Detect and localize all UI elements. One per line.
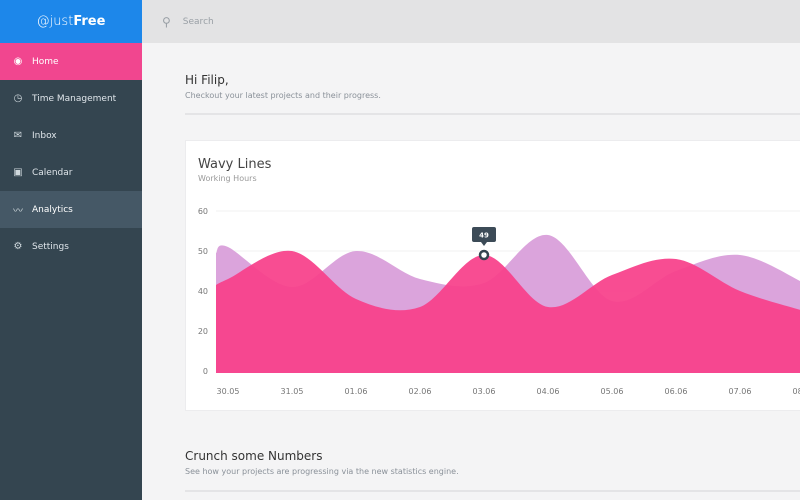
search-input[interactable] <box>182 16 483 27</box>
analytics-icon: 〰 <box>13 206 23 217</box>
x-tick-label: 30.05 <box>217 387 240 396</box>
sidebar-item-settings[interactable]: ⚙ Settings <box>0 228 142 265</box>
y-tick-label: 20 <box>198 327 208 336</box>
section-title: Crunch some Numbers <box>185 449 323 463</box>
data-point-marker[interactable] <box>478 249 490 261</box>
sidebar-item-label: Time Management <box>32 93 117 104</box>
sidebar-item-label: Inbox <box>32 130 57 141</box>
area-chart: 0 20 40 50 60 30.05 31.05 01.06 02.06 03.06 04.06 0… <box>198 207 800 396</box>
tooltip-value: 49 <box>479 232 489 240</box>
sidebar-item-label: Settings <box>32 241 69 252</box>
y-tick-label: 50 <box>198 247 208 256</box>
sidebar-item-analytics[interactable]: 〰 Analytics <box>0 191 142 228</box>
sidebar-item-label: Analytics <box>32 204 73 215</box>
y-tick-label: 0 <box>203 367 208 376</box>
x-tick-label: 07.06 <box>729 387 752 396</box>
chart-title: Wavy Lines <box>198 157 272 172</box>
clock-icon: ◷ <box>13 93 23 104</box>
x-tick-label: 05.06 <box>601 387 624 396</box>
tooltip-arrow <box>481 242 487 246</box>
x-tick-label: 01.06 <box>345 387 368 396</box>
chart-subtitle: Working Hours <box>198 174 257 183</box>
x-tick-label: 03.06 <box>473 387 496 396</box>
x-tick-label: 08.06 <box>793 387 800 396</box>
greeting-subtitle: Checkout your latest projects and their … <box>185 91 381 100</box>
greeting: Hi Filip, Checkout your latest projects … <box>185 73 381 100</box>
divider <box>185 490 800 492</box>
sidebar-item-label: Home <box>32 56 59 67</box>
sidebar-item-calendar[interactable]: ▣ Calendar <box>0 154 142 191</box>
inbox-icon: ✉ <box>13 130 23 141</box>
dashboard-icon: ◉ <box>13 56 23 67</box>
greeting-title: Hi Filip, <box>185 73 229 87</box>
section-subtitle: See how your projects are progressing vi… <box>185 467 459 476</box>
sidebar-item-inbox[interactable]: ✉ Inbox <box>0 117 142 154</box>
divider <box>185 113 800 115</box>
sidebar: @just Free ◉ Home ◷ Time Management ✉ Inbox … <box>0 0 142 500</box>
logo[interactable]: @just Free <box>0 0 142 43</box>
logo-prefix: @just <box>36 14 74 29</box>
sidebar-item-time-management[interactable]: ◷ Time Management <box>0 80 142 117</box>
sidebar-item-label: Calendar <box>32 167 73 178</box>
topbar: ⚲ <box>142 0 800 43</box>
x-tick-label: 02.06 <box>409 387 432 396</box>
y-tick-label: 40 <box>198 287 208 296</box>
x-tick-label: 04.06 <box>537 387 560 396</box>
x-tick-label: 06.06 <box>665 387 688 396</box>
logo-bold: Free <box>73 14 106 29</box>
section-numbers: Crunch some Numbers See how your project… <box>185 449 459 476</box>
gear-icon: ⚙ <box>13 241 23 252</box>
sidebar-item-home[interactable]: ◉ Home <box>0 43 142 80</box>
chart-card: 0 20 40 50 60 30.05 31.05 01.06 02.06 03.06 04.06 0… <box>185 140 800 411</box>
y-tick-label: 60 <box>198 207 208 216</box>
calendar-icon: ▣ <box>13 167 23 178</box>
x-tick-label: 31.05 <box>281 387 304 396</box>
search-icon[interactable]: ⚲ <box>162 15 171 29</box>
